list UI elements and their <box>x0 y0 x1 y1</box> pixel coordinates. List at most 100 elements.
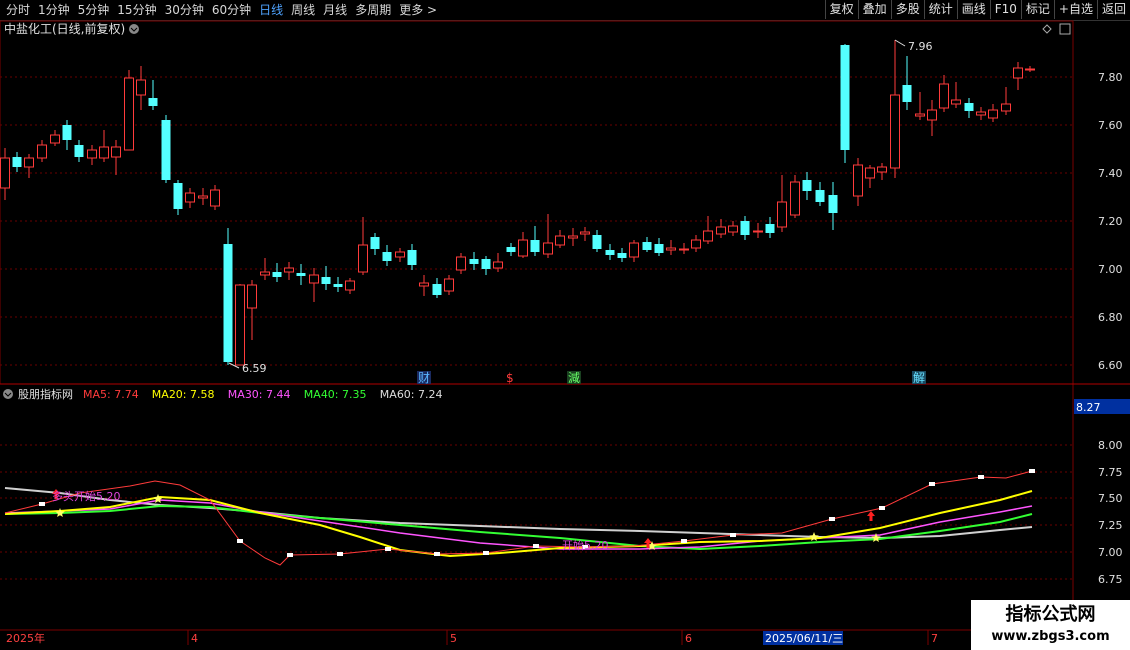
title-dropdown-icon[interactable] <box>129 24 139 34</box>
buy-arrow-icon <box>867 511 875 521</box>
date-label: 2025年 <box>6 631 45 645</box>
candle-body-down <box>333 284 343 287</box>
candle-body-up <box>419 282 429 287</box>
date-axis: 2025年 4 5 6 7 2025/06/11/三 <box>6 630 938 645</box>
event-marker-unlock[interactable]: 解 <box>913 371 925 385</box>
current-value: 8.27 <box>1076 401 1101 414</box>
indicator-axis: 8.00 7.75 7.50 7.25 7.00 6.75 <box>1098 439 1123 586</box>
candle-body-up <box>939 83 949 109</box>
candle-body-down <box>617 253 627 258</box>
candle-body-up <box>111 146 121 158</box>
candle-body-up <box>915 113 925 117</box>
diamond-icon[interactable] <box>1042 24 1052 34</box>
candle-body-down <box>407 250 417 265</box>
ma60-line <box>4 487 1033 540</box>
candle-body-down <box>481 259 491 269</box>
signal-star-icon <box>55 508 65 517</box>
candle-body-up <box>260 271 270 276</box>
candle-body-up <box>790 181 800 216</box>
candle-body-down <box>815 190 825 202</box>
ma5-marker <box>978 475 984 479</box>
candle-body-down <box>173 183 183 209</box>
watermark-title: 指标公式网 <box>1005 604 1096 625</box>
watermark: 指标公式网 www.zbgs3.com <box>971 600 1130 650</box>
price-tick: 7.60 <box>1098 119 1123 132</box>
event-marker-finance[interactable]: 财 <box>418 371 430 385</box>
chart-canvas[interactable]: 中盐化工(日线,前复权) 7.80 7.60 7.40 7.20 7.00 6.… <box>0 0 1130 650</box>
candle-body-up <box>456 256 466 271</box>
candle-body-down <box>223 244 233 362</box>
candle-body-up <box>345 280 355 291</box>
indicator-tick: 7.75 <box>1098 466 1123 479</box>
high-marker: 7.96 <box>908 40 933 53</box>
watermark-url: www.zbgs3.com <box>991 629 1110 644</box>
ma5-marker <box>829 517 835 521</box>
candle-body-up <box>284 267 294 273</box>
candle-body-up <box>493 261 503 269</box>
candle-body-up <box>716 226 726 235</box>
candle-body-down <box>654 244 664 253</box>
ma5-marker <box>287 553 293 557</box>
candle-body-up <box>444 278 454 292</box>
candle-body-up <box>99 146 109 159</box>
candle-body-up <box>124 77 134 151</box>
candle-body-down <box>296 273 306 276</box>
event-marker-reduce[interactable]: 減 <box>568 370 580 385</box>
candle-body-up <box>988 109 998 119</box>
candle-body-up <box>679 248 689 251</box>
candle-body-up <box>198 195 208 199</box>
candle-body-down <box>902 85 912 102</box>
ma30-line <box>4 499 1033 550</box>
candle-body-down <box>12 157 22 167</box>
candle-body-up <box>927 109 937 121</box>
candle-body-up <box>185 192 195 203</box>
candle-body-up <box>728 225 738 233</box>
candle-body-up <box>753 230 763 233</box>
candle-body-up <box>543 242 553 255</box>
ma5-marker <box>533 544 539 548</box>
candle-body-up <box>1025 68 1035 71</box>
ma5-marker <box>237 539 243 543</box>
candle-body-up <box>1001 103 1011 112</box>
candle-body-up <box>247 284 257 309</box>
candle-body-up <box>1013 67 1023 79</box>
candle-body-down <box>272 272 282 277</box>
main-panel-frame <box>0 20 1074 385</box>
main-grid <box>0 76 1073 366</box>
candle-body-down <box>592 235 602 249</box>
candle-body-down <box>370 237 380 249</box>
candle-body-up <box>235 284 245 366</box>
candle-body-down <box>469 259 479 264</box>
candle-body-up <box>358 244 368 273</box>
high-marker-arrow <box>894 39 906 47</box>
ma5-marker <box>483 551 489 555</box>
ma-legend-item: MA40: 7.35 <box>304 388 367 401</box>
candle-body-up <box>580 231 590 235</box>
price-tick: 7.40 <box>1098 167 1123 180</box>
date-label: 4 <box>191 632 198 645</box>
candle-body-up <box>703 230 713 242</box>
candle-body-up <box>37 144 47 159</box>
candle-body-up <box>853 164 863 197</box>
low-marker: 6.59 <box>242 362 267 375</box>
candle-body-up <box>877 166 887 173</box>
candle-body-down <box>506 247 516 252</box>
event-marker-dividend[interactable]: $ <box>506 371 514 385</box>
candle-body-down <box>765 224 775 233</box>
candle-body-up <box>136 79 146 96</box>
candle-body-up <box>395 251 405 258</box>
candle-body-up <box>518 239 528 257</box>
candle-body-down <box>530 240 540 252</box>
ma5-marker <box>879 506 885 510</box>
ma5-marker <box>681 539 687 543</box>
candle-body-down <box>74 145 84 157</box>
ma5-marker <box>1029 469 1035 473</box>
candle-body-up <box>951 99 961 105</box>
candle-body-down <box>605 250 615 255</box>
panel-toggle-icon[interactable] <box>1059 23 1071 35</box>
candlesticks <box>0 40 1035 366</box>
indicator-dropdown-icon[interactable] <box>3 389 13 399</box>
ma5-marker <box>434 552 440 556</box>
stock-title: 中盐化工(日线,前复权) <box>4 21 125 36</box>
ma5-marker <box>385 547 391 551</box>
